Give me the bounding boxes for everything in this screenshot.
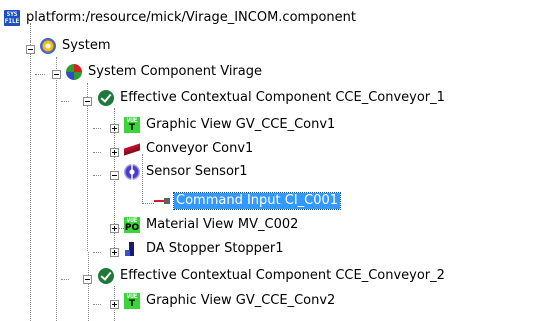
expand-toggle-material-view[interactable] <box>110 224 119 233</box>
check-icon <box>98 90 114 106</box>
tree-item-sensor[interactable]: Sensor Sensor1 <box>124 163 250 181</box>
command-input-icon <box>154 193 170 209</box>
vue-po-icon: VUE PO <box>124 217 140 233</box>
collapse-toggle-cce-conveyor-2[interactable] <box>83 275 92 284</box>
tree-root-item[interactable]: SYS FILE platform:/resource/mick/Virage_… <box>4 9 358 27</box>
tree-connector <box>87 83 88 251</box>
system-component-icon <box>66 64 82 80</box>
tree-item-label: Command Input CI_C001 <box>172 192 342 210</box>
tree-item-stopper[interactable]: DA Stopper Stopper1 <box>124 240 286 258</box>
tree-item-system-component[interactable]: System Component Virage <box>66 63 264 81</box>
tree-item-command-input[interactable]: Command Input CI_C001 <box>154 192 342 210</box>
tree-item-system[interactable]: System <box>40 37 112 55</box>
tree-connector <box>93 252 101 253</box>
sys-file-icon: SYS FILE <box>4 10 20 26</box>
tree-connector <box>61 101 69 102</box>
tree-item-label: Sensor Sensor1 <box>146 164 248 179</box>
tree-item-graphic-view-1[interactable]: VUE T Graphic View GV_CCE_Conv1 <box>124 116 337 134</box>
collapse-toggle-system-component[interactable] <box>52 70 61 79</box>
check-icon <box>98 268 114 284</box>
tree-item-label: Graphic View GV_CCE_Conv2 <box>146 293 336 308</box>
tree-item-label: Conveyor Conv1 <box>146 141 254 156</box>
tree-item-label: System <box>62 38 111 53</box>
tree-connector <box>61 279 69 280</box>
sensor-icon <box>124 164 140 180</box>
tree-item-label: Material View MV_C002 <box>146 217 299 232</box>
system-icon <box>40 38 56 54</box>
tree-item-label: DA Stopper Stopper1 <box>146 241 284 256</box>
collapse-toggle-sensor[interactable] <box>110 171 119 180</box>
tree-item-graphic-view-2[interactable]: VUE T Graphic View GV_CCE_Conv2 <box>124 292 337 310</box>
expand-toggle-stopper[interactable] <box>110 248 119 257</box>
tree-connector <box>35 74 45 75</box>
tree-item-label: Effective Contextual Component CCE_Conve… <box>120 90 445 105</box>
stopper-icon <box>124 241 140 257</box>
tree-item-label: Graphic View GV_CCE_Conv1 <box>146 117 336 132</box>
conveyor-icon <box>124 141 140 157</box>
tree-connector <box>93 152 101 153</box>
collapse-toggle-cce-conveyor-1[interactable] <box>83 97 92 106</box>
tree-item-cce-conveyor-2[interactable]: Effective Contextual Component CCE_Conve… <box>98 267 447 285</box>
component-tree: SYS FILE platform:/resource/mick/Virage_… <box>0 0 536 321</box>
tree-connector <box>88 252 89 321</box>
tree-connector <box>142 203 154 204</box>
vue-t-icon: VUE T <box>124 293 140 309</box>
tree-connector <box>56 57 57 321</box>
expand-toggle-conveyor[interactable] <box>110 148 119 157</box>
vue-t-icon: VUE T <box>124 117 140 133</box>
tree-item-label: System Component Virage <box>88 64 262 79</box>
tree-item-conveyor[interactable]: Conveyor Conv1 <box>124 140 255 158</box>
tree-item-material-view[interactable]: VUE PO Material View MV_C002 <box>124 216 300 234</box>
tree-connector <box>93 304 101 305</box>
tree-item-cce-conveyor-1[interactable]: Effective Contextual Component CCE_Conve… <box>98 89 447 107</box>
expand-toggle-graphic-view-2[interactable] <box>110 300 119 309</box>
expand-toggle-graphic-view-1[interactable] <box>110 124 119 133</box>
collapse-toggle-system[interactable] <box>26 45 35 54</box>
tree-connector <box>30 41 31 321</box>
tree-item-label: platform:/resource/mick/Virage_INCOM.com… <box>26 10 356 25</box>
tree-item-label: Effective Contextual Component CCE_Conve… <box>120 268 445 283</box>
tree-connector <box>93 128 101 129</box>
tree-connector <box>93 175 101 176</box>
